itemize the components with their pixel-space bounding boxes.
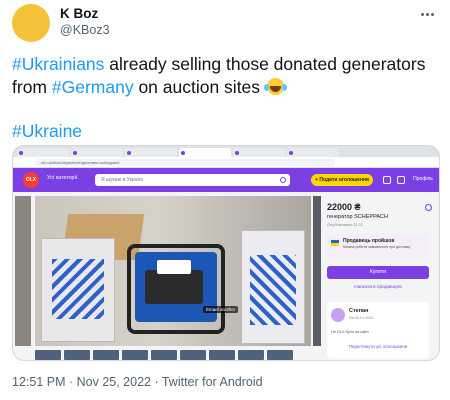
hashtag-germany[interactable]: #Germany xyxy=(52,77,134,97)
next-photo-preview xyxy=(313,196,321,346)
search-placeholder: Я шукаю в Україні xyxy=(101,177,143,183)
browser-tab[interactable] xyxy=(17,148,69,157)
generator-box-left xyxy=(41,238,115,342)
attached-screenshot[interactable]: olx.ua/d/uk/obyavlenie/generator-scheppa… xyxy=(12,145,440,361)
listing-price: 22000 ₴ xyxy=(327,202,361,212)
tweet-text-part: on auction sites xyxy=(133,77,261,97)
listing-title: генератор SCHEPPACH xyxy=(327,214,388,220)
author-handle[interactable]: @KBoz3 xyxy=(60,23,110,37)
face-with-tears-of-joy-icon xyxy=(263,78,284,95)
listing-photo[interactable]: Emael another xyxy=(35,196,311,346)
browser-tab[interactable] xyxy=(125,148,177,157)
browser-tab[interactable] xyxy=(71,148,123,157)
ukraine-flag-icon xyxy=(331,240,339,246)
photo-thumbnail[interactable] xyxy=(35,350,61,360)
browser-tab-strip xyxy=(13,146,439,157)
tweet-text-part: from xyxy=(12,77,52,97)
seller-verified-card: Продавець пройшов Можна робити замовленн… xyxy=(327,234,429,258)
chat-icon[interactable] xyxy=(383,176,391,184)
message-seller-link[interactable]: Написати продавцеві xyxy=(325,285,431,290)
seller-name[interactable]: Степан xyxy=(349,308,368,314)
photo-caption: Emael another xyxy=(203,306,239,313)
seller-member-since: На OLX з 2022 xyxy=(349,316,374,320)
browser-tab[interactable] xyxy=(233,148,285,157)
browser-tab[interactable] xyxy=(287,148,339,157)
buy-button[interactable]: Купити xyxy=(327,266,429,279)
site-logo[interactable]: OLX xyxy=(23,172,39,188)
photo-thumbnail[interactable] xyxy=(209,350,235,360)
header-icons xyxy=(383,176,405,184)
photo-thumbnail[interactable] xyxy=(180,350,206,360)
hashtag-ukraine[interactable]: #Ukraine xyxy=(12,121,82,142)
verified-description: Можна робити замовлення при доставці xyxy=(343,245,411,249)
site-search-input[interactable]: Я шукаю в Україні xyxy=(95,174,290,186)
seller-card: Степан На OLX з 2022 Не OLX було на сайт… xyxy=(327,302,429,358)
site-header: OLX Усі категорії Я шукаю в Україні + По… xyxy=(13,168,439,192)
photo-thumbnail[interactable] xyxy=(267,350,293,360)
profile-link[interactable]: Профіль xyxy=(413,176,433,182)
more-dots-icon[interactable] xyxy=(416,6,438,22)
tweet-text: #Ukrainians already selling those donate… xyxy=(12,53,442,99)
heart-icon[interactable] xyxy=(397,176,405,184)
author-avatar[interactable] xyxy=(12,4,50,42)
catalog-button[interactable]: Усі категорії xyxy=(47,175,77,181)
photo-thumbnail[interactable] xyxy=(238,350,264,360)
add-listing-button[interactable]: + Подати оголошення xyxy=(311,174,373,186)
photo-thumbnails xyxy=(35,350,293,360)
search-icon xyxy=(280,177,286,183)
seller-status: Не OLX було на сайті xyxy=(331,330,369,334)
favorite-icon[interactable] xyxy=(425,204,432,211)
author-name[interactable]: K Boz xyxy=(60,6,98,21)
seller-avatar[interactable] xyxy=(331,308,345,322)
tweet-timestamp[interactable]: 12:51 PM · Nov 25, 2022 · Twitter for An… xyxy=(12,375,263,389)
previous-photo-preview xyxy=(15,196,31,346)
browser-tab-active[interactable] xyxy=(179,148,231,157)
photo-thumbnail[interactable] xyxy=(122,350,148,360)
listing-posted-time: Опубліковано 11:11 xyxy=(327,222,363,227)
photo-thumbnail[interactable] xyxy=(151,350,177,360)
seller-all-listings-link[interactable]: Переглянути усі оголошення xyxy=(327,344,429,349)
hashtag-ukrainians[interactable]: #Ukrainians xyxy=(12,54,104,74)
photo-thumbnail[interactable] xyxy=(64,350,90,360)
url-field[interactable]: olx.ua/d/uk/obyavlenie/generator-scheppa… xyxy=(35,159,335,166)
tweet-text-part: already selling those donated generators xyxy=(104,54,426,74)
browser-address-bar: olx.ua/d/uk/obyavlenie/generator-scheppa… xyxy=(13,157,439,168)
verified-title: Продавець пройшов xyxy=(343,238,395,244)
tweet: K Boz @KBoz3 #Ukrainians already selling… xyxy=(0,0,450,400)
generator-box-right xyxy=(241,230,305,344)
photo-thumbnail[interactable] xyxy=(93,350,119,360)
